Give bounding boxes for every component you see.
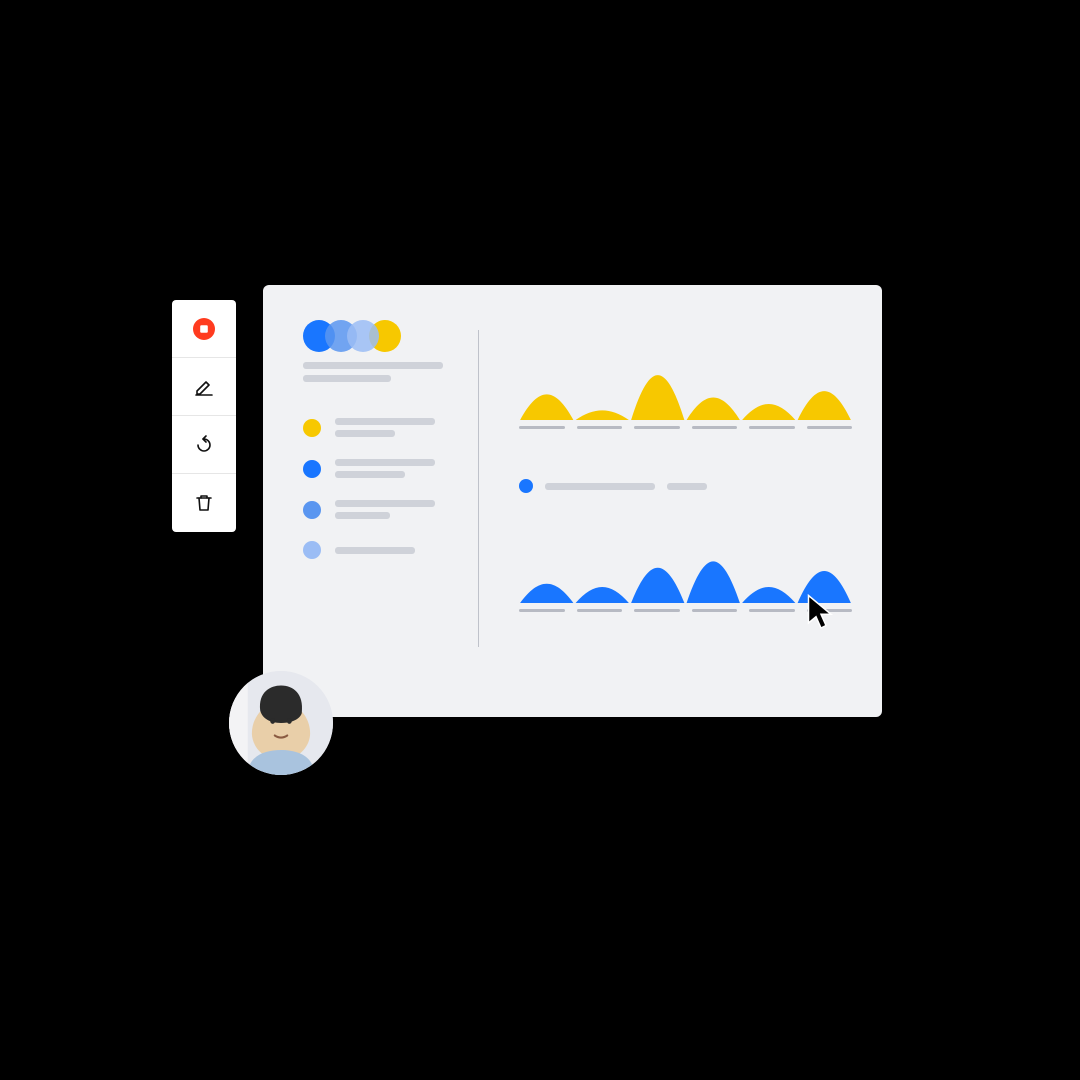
list-item xyxy=(303,459,460,478)
presenter-avatar[interactable] xyxy=(229,671,333,775)
cursor-icon xyxy=(806,593,836,633)
redo-button[interactable] xyxy=(172,416,236,474)
redo-icon xyxy=(192,433,216,457)
axis-tick xyxy=(749,609,795,612)
legend-list xyxy=(303,418,460,559)
annotate-button[interactable] xyxy=(172,358,236,416)
axis-tick xyxy=(692,609,738,612)
legend-value-placeholder xyxy=(667,483,707,490)
legend-dot xyxy=(519,479,533,493)
legend-label-placeholder xyxy=(545,483,655,490)
list-label-placeholder xyxy=(335,418,435,425)
title-placeholder xyxy=(303,362,443,369)
chart-bottom xyxy=(519,513,852,603)
list-item xyxy=(303,541,460,559)
panel-right xyxy=(479,320,852,687)
list-dot xyxy=(303,541,321,559)
list-item xyxy=(303,500,460,519)
list-dot xyxy=(303,501,321,519)
edit-icon xyxy=(192,375,216,399)
axis-tick xyxy=(692,426,738,429)
chart-top xyxy=(519,330,852,420)
panel-left xyxy=(303,320,478,687)
list-label-placeholder xyxy=(335,547,415,554)
axis-tick xyxy=(807,426,853,429)
logo-dot-3 xyxy=(347,320,379,352)
axis-tick xyxy=(577,609,623,612)
axis-tick xyxy=(519,609,565,612)
logo-dots xyxy=(303,320,460,352)
list-sub-placeholder xyxy=(335,471,405,478)
recording-toolbar xyxy=(172,300,236,532)
subtitle-placeholder xyxy=(303,375,391,382)
list-dot xyxy=(303,460,321,478)
record-stop-button[interactable] xyxy=(172,300,236,358)
axis-tick xyxy=(577,426,623,429)
chart-top-ticks xyxy=(519,426,852,429)
delete-button[interactable] xyxy=(172,474,236,532)
list-sub-placeholder xyxy=(335,430,395,437)
list-label-placeholder xyxy=(335,459,435,466)
chart-bottom-ticks xyxy=(519,609,852,612)
list-item xyxy=(303,418,460,437)
record-icon xyxy=(192,317,216,341)
dashboard-panel xyxy=(263,285,882,717)
axis-tick xyxy=(519,426,565,429)
axis-tick xyxy=(634,609,680,612)
axis-tick xyxy=(634,426,680,429)
chart-legend xyxy=(519,479,852,493)
list-label-placeholder xyxy=(335,500,435,507)
list-sub-placeholder xyxy=(335,512,390,519)
list-dot xyxy=(303,419,321,437)
axis-tick xyxy=(749,426,795,429)
trash-icon xyxy=(192,491,216,515)
